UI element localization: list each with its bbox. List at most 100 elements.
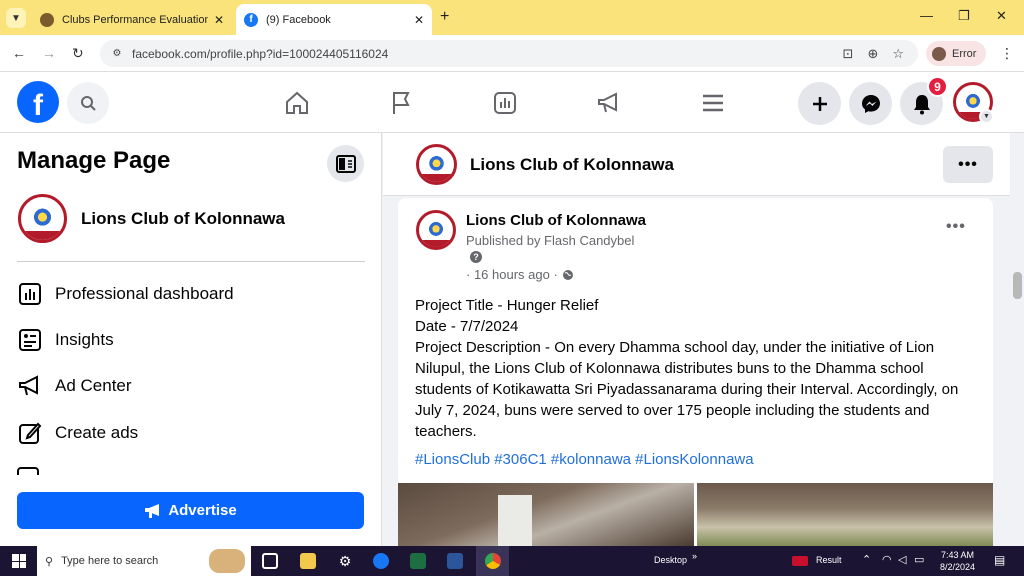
chrome-icon [484,553,501,569]
help-question-icon[interactable]: ? [470,251,482,263]
site-info-icon[interactable]: ⚙ [108,45,126,63]
reload-icon[interactable]: ↻ [72,45,84,62]
tab-clubs-performance[interactable]: Clubs Performance Evaluation S ✕ [32,4,232,35]
scrollbar-thumb[interactable] [1013,272,1022,299]
windows-taskbar: ⚲ Type here to search ⚙ Desktop » Result… [0,546,1024,576]
wifi-icon[interactable]: ◠ [882,553,892,566]
manage-page-title: Manage Page [17,147,171,174]
notification-count-badge: 9 [927,76,948,97]
sidebar-item-label: Insights [55,330,114,349]
sidebar-item-ad-center[interactable]: Ad Center [17,371,365,401]
chrome-taskbar-button[interactable] [476,546,509,576]
zoom-icon[interactable]: ⊕ [867,46,878,62]
switch-panel-button[interactable] [327,145,364,182]
weather-result-label[interactable]: Result [816,555,842,565]
insights-icon [17,327,43,353]
tray-chevron-up-icon[interactable]: ⌃ [862,553,871,566]
post-photo[interactable] [697,483,993,546]
tab-facebook[interactable]: f (9) Facebook ✕ [236,4,432,35]
new-tab-icon[interactable]: + [440,8,449,26]
post-options-icon[interactable]: ••• [946,218,966,236]
logo-glyph: f [33,89,43,122]
taskbar-search-placeholder: Type here to search [61,555,159,567]
sidebar-item-create-ads[interactable]: Create ads [17,418,365,448]
nav-home-button[interactable] [280,86,314,120]
post-photos [398,483,993,546]
post-hashtags[interactable]: #LionsClub #306C1 #kolonnawa #LionsKolon… [415,451,754,468]
omnibox[interactable]: ⚙ facebook.com/profile.php?id=1000244051… [100,40,918,67]
nav-dashboard-button[interactable] [488,86,522,120]
post-line: Project Title - Hunger Relief [415,297,599,314]
browser-menu-icon[interactable]: ⋮ [1000,45,1014,62]
manage-page-sidebar: Manage Page Lions Club of Kolonnawa Prof… [0,133,382,546]
taskbar-clock[interactable]: 7:43 AM 8/2/2024 [940,549,975,573]
task-view-icon[interactable] [262,553,278,569]
mlb-icon [792,556,808,566]
notification-center-icon[interactable]: ▤ [994,553,1005,567]
messenger-button[interactable] [849,82,892,125]
bookmark-star-icon[interactable]: ☆ [892,46,904,62]
sidebar-item-label: Create ads [55,423,139,442]
file-explorer-icon[interactable] [300,553,316,569]
post-photo[interactable] [398,483,694,546]
post-author-name[interactable]: Lions Club of Kolonnawa [466,212,646,229]
desktop-toolbar-label[interactable]: Desktop [654,555,687,565]
advertise-button[interactable]: Advertise [17,492,364,529]
more-icon: ••• [958,155,978,173]
megaphone-icon [598,92,617,113]
advertise-label: Advertise [168,502,237,519]
facebook-logo-icon[interactable]: f [17,81,59,123]
account-chevron-down-icon[interactable]: ▼ [979,109,994,124]
profile-avatar-icon [932,46,946,61]
page-name[interactable]: Lions Club of Kolonnawa [81,209,285,229]
sidebar-item-label: Professional dashboard [55,284,234,303]
forward-icon[interactable]: → [42,45,56,61]
url-text[interactable]: facebook.com/profile.php?id=100024405116… [132,47,843,61]
search-button[interactable] [67,82,109,124]
messenger-icon [861,94,880,113]
profile-label: Error [952,47,977,60]
restore-icon[interactable]: ❐ [958,8,970,24]
facebook-app-icon[interactable] [373,553,389,569]
tab-search-chevron-icon[interactable]: ▼ [6,8,26,28]
sidebar-divider [17,261,365,262]
dashboard-icon [17,281,43,307]
install-app-icon[interactable]: ⊡ [843,46,854,62]
chart-icon [494,92,516,114]
taskbar-search-box[interactable]: ⚲ Type here to search [37,546,251,576]
volume-icon[interactable]: ◁ [898,553,906,566]
page-header-name[interactable]: Lions Club of Kolonnawa [470,155,674,175]
browser-profile-button[interactable]: Error [926,41,986,66]
page-avatar[interactable] [18,194,67,243]
windows-start-icon[interactable] [12,554,26,568]
search-highlight-icon [209,549,245,573]
excel-icon[interactable] [410,553,426,569]
page-scrollbar[interactable] [1010,133,1024,546]
tab-close-icon[interactable]: ✕ [414,13,424,27]
page-header-avatar[interactable] [416,144,457,185]
word-icon[interactable] [447,553,463,569]
close-window-icon[interactable]: ✕ [996,8,1007,24]
home-icon [286,91,308,114]
nav-ads-button[interactable] [592,86,626,120]
toolbar-expand-icon[interactable]: » [692,551,697,561]
tab-close-icon[interactable]: ✕ [214,13,224,27]
back-icon[interactable]: ← [12,45,26,61]
create-button[interactable] [798,82,841,125]
clock-date: 8/2/2024 [940,562,976,572]
post-published-by: Published by Flash Candybel [466,233,635,248]
settings-gear-icon[interactable]: ⚙ [337,553,353,569]
keyboard-icon[interactable]: ▭ [914,553,924,566]
nav-pages-button[interactable] [384,86,418,120]
post-line: Date - 7/7/2024 [415,318,519,335]
sidebar-item-insights[interactable]: Insights [17,325,365,355]
post-timestamp[interactable]: · 16 hours ago · [466,267,574,282]
facebook-favicon-icon: f [244,12,258,27]
sidebar-item-professional-dashboard[interactable]: Professional dashboard [17,279,365,309]
post-body: Project Title - Hunger Relief Date - 7/7… [415,295,980,442]
page-more-options-button[interactable]: ••• [943,146,993,183]
minimize-icon[interactable]: — [920,8,933,23]
post-author-avatar[interactable] [416,210,456,250]
panel-switch-icon [335,154,356,173]
nav-menu-button[interactable] [696,86,730,120]
